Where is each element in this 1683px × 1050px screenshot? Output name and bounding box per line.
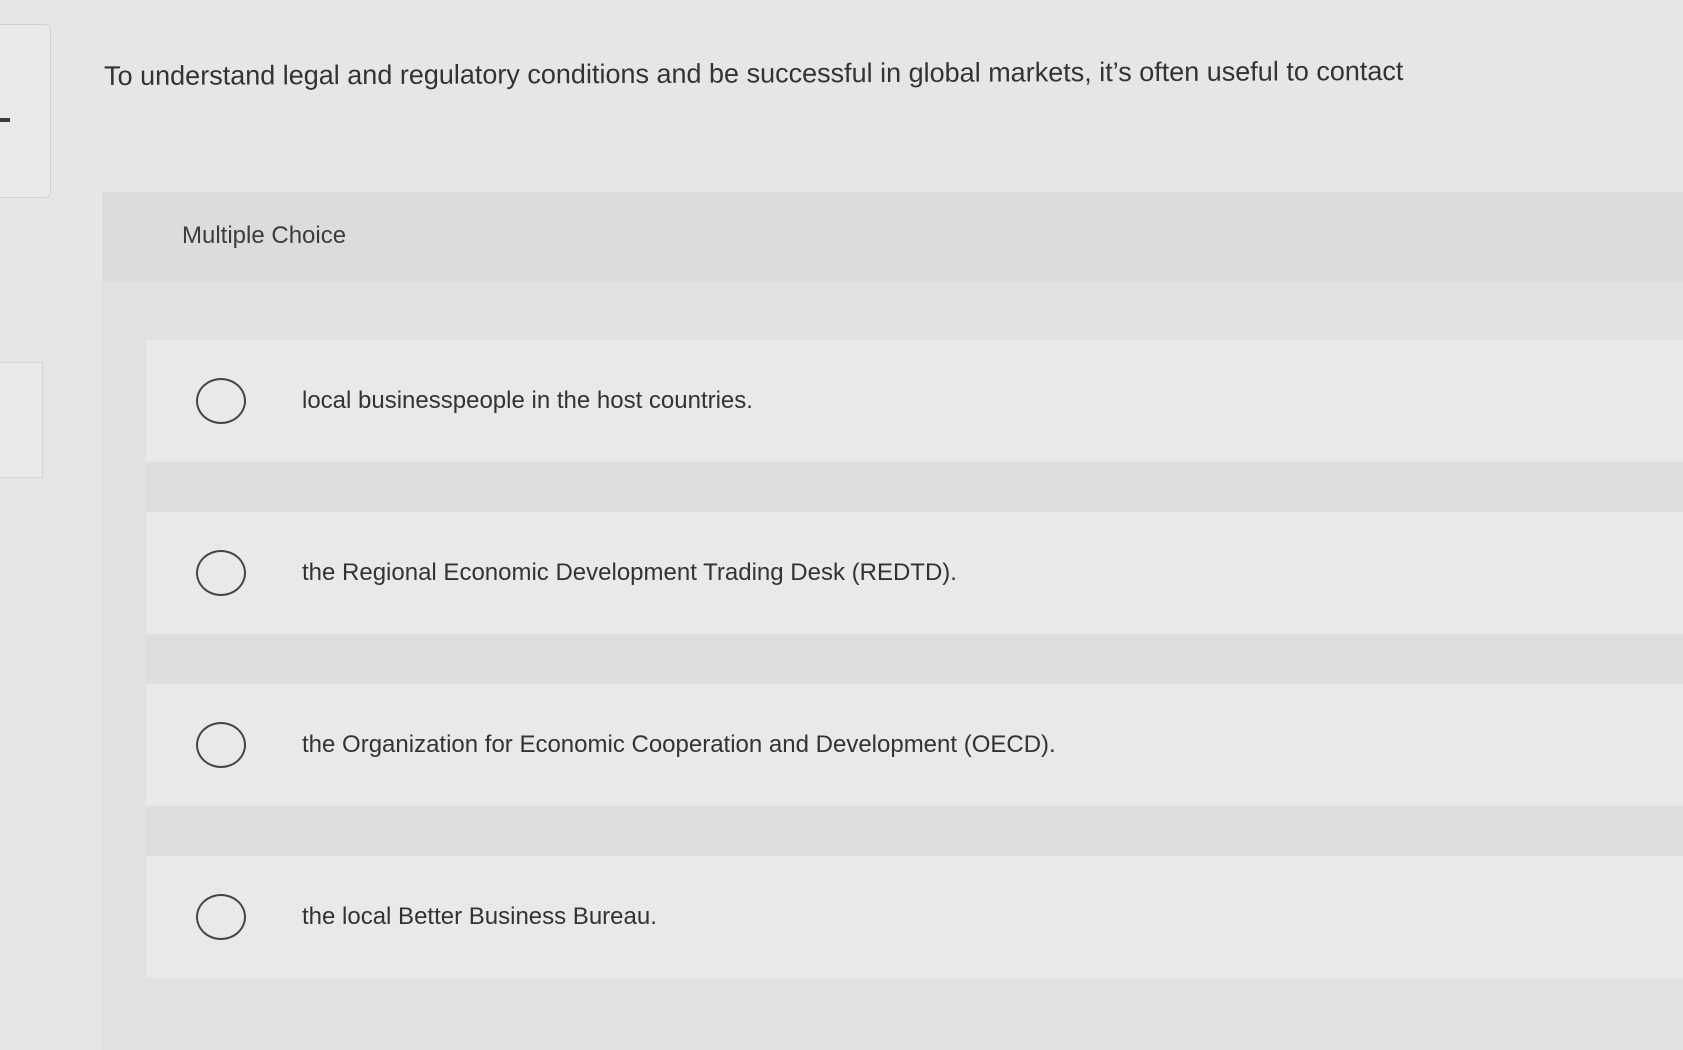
option-divider (146, 462, 1683, 512)
radio-circle-icon[interactable] (196, 550, 246, 596)
answer-option-label[interactable]: the Organization for Economic Cooperatio… (302, 731, 1056, 759)
answer-option-4[interactable]: the local Better Business Bureau. (146, 856, 1683, 978)
answer-option-label[interactable]: the Regional Economic Development Tradin… (302, 559, 957, 587)
multiple-choice-panel: Multiple Choice local businesspeople in … (102, 192, 1683, 1050)
left-side-panel-edge-lower (0, 362, 43, 478)
radio-circle-icon[interactable] (196, 378, 246, 424)
left-side-marker (0, 118, 10, 122)
answer-option-label[interactable]: local businesspeople in the host countri… (302, 387, 753, 415)
radio-circle-icon[interactable] (196, 722, 246, 768)
answer-option-3[interactable]: the Organization for Economic Cooperatio… (146, 684, 1683, 806)
answer-option-2[interactable]: the Regional Economic Development Tradin… (146, 512, 1683, 634)
option-divider (146, 634, 1683, 684)
multiple-choice-label: Multiple Choice (182, 222, 347, 249)
option-divider (146, 806, 1683, 856)
question-text: To understand legal and regulatory condi… (104, 56, 1404, 91)
multiple-choice-header: Multiple Choice (102, 192, 1683, 282)
answer-option-label[interactable]: the local Better Business Bureau. (302, 903, 657, 931)
left-side-panel-edge (0, 24, 51, 198)
answer-option-1[interactable]: local businesspeople in the host countri… (146, 340, 1683, 462)
radio-circle-icon[interactable] (196, 894, 246, 940)
